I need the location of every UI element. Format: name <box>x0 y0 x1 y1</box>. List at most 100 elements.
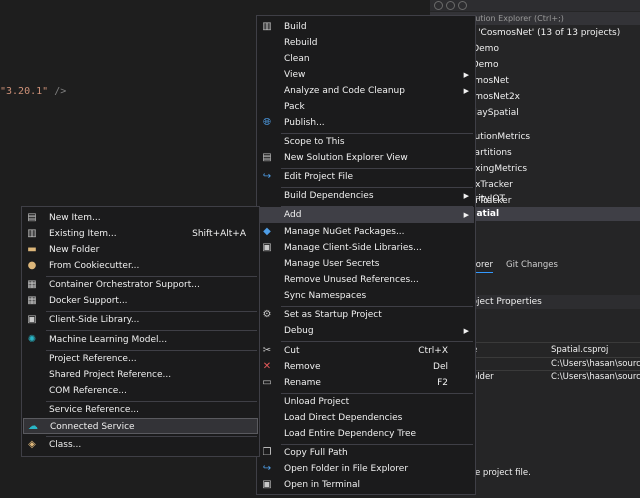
menu-item-label: Remove <box>284 362 321 372</box>
code-line: "3.20.1" /> <box>0 86 66 97</box>
menu-item-manage-user-secrets[interactable]: Manage User Secrets <box>258 256 474 272</box>
menu-item-label: Clean <box>284 54 310 64</box>
menu-item-label: Connected Service <box>50 422 135 432</box>
copy-icon: ❐ <box>262 447 272 458</box>
add-submenu: ▤ New Item... ▥ Existing Item... Shift+A… <box>21 206 260 457</box>
menu-item-com-reference[interactable]: COM Reference... <box>23 383 258 399</box>
menu-item-docker-support[interactable]: ▦ Docker Support... <box>23 293 258 309</box>
menu-item-open-folder[interactable]: ↪ Open Folder in File Explorer <box>258 461 474 477</box>
properties-title: roject Properties <box>468 297 542 307</box>
menu-item-label: Cut <box>284 346 300 356</box>
menu-item-label: Manage Client-Side Libraries... <box>284 243 422 253</box>
menu-item-unload-project[interactable]: Unload Project <box>258 394 474 410</box>
menu-item-label: Client-Side Library... <box>49 315 140 325</box>
cut-icon: ✂ <box>262 345 272 356</box>
menu-item-publish[interactable]: 🌐︎ Publish... <box>258 115 474 131</box>
menu-item-edit-project-file[interactable]: ↪ Edit Project File <box>258 169 474 185</box>
divider <box>470 357 640 358</box>
menu-item-load-direct-dependencies[interactable]: Load Direct Dependencies <box>258 410 474 426</box>
menu-item-manage-client-libs[interactable]: ▣ Manage Client-Side Libraries... <box>258 240 474 256</box>
menu-item-build[interactable]: ▥ Build <box>258 19 474 35</box>
ml-model-icon: ✺ <box>27 334 37 345</box>
remove-icon: ✕ <box>262 361 272 372</box>
menu-item-label: Load Direct Dependencies <box>284 413 403 423</box>
docker-icon: ▦ <box>27 295 37 306</box>
divider <box>470 370 640 371</box>
menu-item-rebuild[interactable]: Rebuild <box>258 35 474 51</box>
menu-item-container-orchestrator[interactable]: ▦ Container Orchestrator Support... <box>23 277 258 293</box>
new-view-icon: ▤ <box>262 152 272 163</box>
nuget-icon: ◆ <box>263 226 271 237</box>
menu-item-label: Build <box>284 22 307 32</box>
menu-item-view[interactable]: View ▶ <box>258 67 474 83</box>
property-value[interactable]: C:\Users\hasan\source\ <box>551 359 640 369</box>
menu-item-build-dependencies[interactable]: Build Dependencies ▶ <box>258 188 474 204</box>
menu-item-label: Add <box>284 210 302 220</box>
rename-icon: ▭ <box>262 377 272 388</box>
menu-item-class[interactable]: ◈ Class... <box>23 437 258 453</box>
context-menu: ▥ Build Rebuild Clean View ▶ Analyze and… <box>256 15 476 495</box>
menu-item-pack[interactable]: Pack <box>258 99 474 115</box>
home-icon[interactable] <box>458 1 467 10</box>
menu-item-existing-item[interactable]: ▥ Existing Item... Shift+Alt+A <box>23 226 258 242</box>
tree-item[interactable]: on 'CosmosNet' (13 of 13 projects) <box>464 26 620 40</box>
tab-git-changes[interactable]: Git Changes <box>506 258 558 272</box>
menu-item-connected-service[interactable]: ☁ Connected Service <box>23 418 258 434</box>
menu-item-label: Scope to This <box>284 137 345 147</box>
menu-item-clean[interactable]: Clean <box>258 51 474 67</box>
menu-item-label: Container Orchestrator Support... <box>49 280 200 290</box>
menu-item-label: Set as Startup Project <box>284 310 382 320</box>
menu-item-analyze[interactable]: Analyze and Code Cleanup ▶ <box>258 83 474 99</box>
menu-item-client-side-library[interactable]: ▣ Client-Side Library... <box>23 312 258 328</box>
menu-item-set-startup-project[interactable]: ⚙ Set as Startup Project <box>258 307 474 323</box>
menu-item-new-folder[interactable]: ▬ New Folder <box>23 242 258 258</box>
menu-item-cut[interactable]: ✂ Cut Ctrl+X <box>258 343 474 359</box>
menu-item-label: Remove Unused References... <box>284 275 419 285</box>
folder-open-icon: ↪ <box>262 463 272 474</box>
menu-item-manage-nuget[interactable]: ◆ Manage NuGet Packages... <box>258 224 474 240</box>
menu-item-shortcut: Del <box>433 362 448 372</box>
new-folder-icon: ▬ <box>27 244 37 255</box>
menu-item-service-reference[interactable]: Service Reference... <box>23 402 258 418</box>
menu-item-load-entire-dependency-tree[interactable]: Load Entire Dependency Tree <box>258 426 474 442</box>
back-icon[interactable] <box>434 1 443 10</box>
submenu-arrow-icon: ▶ <box>463 192 469 200</box>
property-value[interactable]: Spatial.csproj <box>551 345 608 355</box>
menu-item-new-solution-explorer-view[interactable]: ▤ New Solution Explorer View <box>258 150 474 166</box>
menu-item-label: New Item... <box>49 213 101 223</box>
menu-item-machine-learning-model[interactable]: ✺ Machine Learning Model... <box>23 332 258 348</box>
menu-item-project-reference[interactable]: Project Reference... <box>23 351 258 367</box>
solution-explorer-toolbar <box>430 0 640 11</box>
property-value[interactable]: C:\Users\hasan\source\ <box>551 372 640 382</box>
new-item-icon: ▤ <box>27 212 37 223</box>
menu-item-add[interactable]: Add ▶ <box>258 207 474 223</box>
forward-icon[interactable] <box>446 1 455 10</box>
menu-item-debug[interactable]: Debug ▶ <box>258 323 474 339</box>
publish-icon: 🌐︎ <box>263 117 271 128</box>
menu-item-label: View <box>284 70 306 80</box>
menu-item-shared-project-reference[interactable]: Shared Project Reference... <box>23 367 258 383</box>
menu-item-label: Manage NuGet Packages... <box>284 227 405 237</box>
client-libs-icon: ▣ <box>262 242 272 253</box>
menu-item-label: Manage User Secrets <box>284 259 380 269</box>
menu-item-from-cookiecutter[interactable]: ● From Cookiecutter... <box>23 258 258 274</box>
menu-item-label: COM Reference... <box>49 386 127 396</box>
menu-item-open-in-terminal[interactable]: ▣ Open in Terminal <box>258 477 474 493</box>
menu-item-label: Existing Item... <box>49 229 117 239</box>
menu-item-new-item[interactable]: ▤ New Item... <box>23 210 258 226</box>
menu-item-label: New Folder <box>49 245 100 255</box>
menu-item-shortcut: F2 <box>437 378 448 388</box>
menu-item-copy-full-path[interactable]: ❐ Copy Full Path <box>258 445 474 461</box>
menu-item-sync-namespaces[interactable]: Sync Namespaces <box>258 288 474 304</box>
menu-item-shortcut: Ctrl+X <box>418 346 448 356</box>
existing-item-icon: ▥ <box>27 228 37 239</box>
menu-item-remove[interactable]: ✕ Remove Del <box>258 359 474 375</box>
menu-item-label: Shared Project Reference... <box>49 370 172 380</box>
menu-separator <box>281 341 473 342</box>
menu-item-rename[interactable]: ▭ Rename F2 <box>258 375 474 391</box>
menu-item-remove-unused-references[interactable]: Remove Unused References... <box>258 272 474 288</box>
menu-separator <box>46 330 257 331</box>
build-icon: ▥ <box>262 21 272 32</box>
menu-item-label: Edit Project File <box>284 172 354 182</box>
menu-item-scope-to-this[interactable]: Scope to This <box>258 134 474 150</box>
